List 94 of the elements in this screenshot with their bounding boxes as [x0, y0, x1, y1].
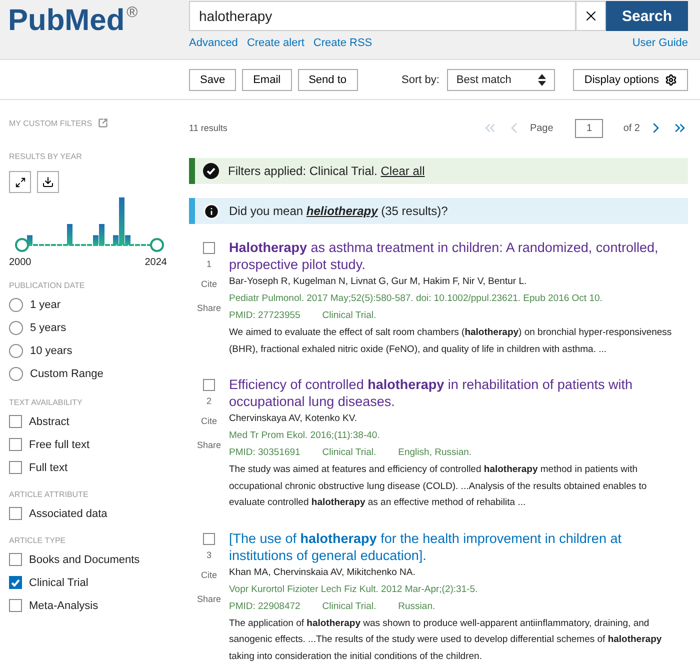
- expand-button[interactable]: [9, 171, 31, 193]
- filter-label: Meta-Analysis: [29, 600, 98, 612]
- header-link[interactable]: Create alert: [246, 37, 304, 49]
- result-action-link[interactable]: Share: [196, 303, 222, 327]
- sort-select[interactable]: Best match: [447, 68, 556, 90]
- radio-button[interactable]: [9, 344, 23, 358]
- result-tag: Clinical Trial.: [322, 307, 376, 324]
- checkbox[interactable]: [9, 576, 22, 589]
- checkbox[interactable]: [9, 415, 22, 428]
- page-field[interactable]: 1: [575, 118, 604, 138]
- result-tag: English, Russian.: [398, 444, 472, 461]
- section-heading: RESULTS BY YEAR: [9, 152, 82, 161]
- result-tag: Clinical Trial.: [322, 444, 376, 461]
- section-heading: TEXT AVAILABILITY: [9, 398, 82, 407]
- check-circle-icon: [203, 163, 219, 179]
- radio-button[interactable]: [9, 366, 23, 380]
- radio-button[interactable]: [9, 298, 23, 312]
- result-checkbox[interactable]: [203, 379, 215, 391]
- download-button[interactable]: [37, 171, 59, 193]
- result-authors: Chervinskaya AV, Kotenko KV.: [229, 412, 357, 426]
- toolbar-button[interactable]: Send to: [298, 68, 358, 90]
- info-icon: [203, 202, 220, 220]
- external-link-icon[interactable]: [98, 118, 108, 128]
- result-tag: Russian.: [398, 598, 436, 614]
- pubmed-logo[interactable]: PubMed: [8, 4, 125, 38]
- result-citation: Med Tr Prom Ekol. 2016;(11):38-40.: [229, 429, 380, 443]
- search-button[interactable]: Search: [606, 1, 688, 31]
- section-heading: MY CUSTOM FILTERS: [9, 118, 92, 128]
- result-checkbox[interactable]: [203, 242, 215, 254]
- filter-label: 10 years: [30, 344, 72, 356]
- radio-button[interactable]: [9, 320, 23, 334]
- result-number: 2: [206, 396, 212, 408]
- section-heading: PUBLICATION DATE: [9, 281, 85, 290]
- filter-label: 1 year: [30, 298, 61, 310]
- result-number: 1: [206, 259, 212, 271]
- section-heading: ARTICLE TYPE: [9, 536, 66, 545]
- filter-label: 5 years: [30, 322, 66, 334]
- result-tag: PMID: 27723955: [229, 307, 300, 324]
- result-tag: PMID: 22908472: [229, 598, 300, 614]
- result-title-link[interactable]: Efficiency of controlled halotherapy in rehabilitation of patients with occupational lung diseases.: [229, 376, 688, 410]
- result-snippet: The application of halotherapy was shown to produce well-apparent antiinflammatory, draining, and sanogenic effects. ...The results of the study were used to develop differential schemes of halotherapy taking into consideration the initial conditions of the children.: [229, 618, 662, 662]
- result-snippet: The study was aimed at features and efficiency of controlled halotherapy method in patients with occupational chronic obstructive lung disease (COLD). ...Analysis of the results obtained enables to evaluate controlled halotherapy as an effective method of rehabilita ...: [229, 464, 647, 508]
- year-label: 2024: [144, 257, 167, 268]
- checkbox[interactable]: [9, 553, 22, 566]
- filter-label: Associated data: [29, 508, 108, 520]
- search-field[interactable]: halotherapy: [189, 1, 576, 31]
- filter-label: Free full text: [29, 438, 90, 450]
- user-guide-link[interactable]: User Guide: [632, 37, 688, 49]
- sort-arrows-icon: [538, 74, 546, 86]
- result-title-link[interactable]: [The use of halotherapy for the health improvement in children at institutions of general education].: [229, 530, 688, 564]
- toolbar-button[interactable]: Email: [242, 68, 292, 90]
- result-action-link[interactable]: Share: [196, 594, 222, 618]
- filter-label: Custom Range: [30, 368, 104, 380]
- checkbox[interactable]: [9, 507, 22, 520]
- checkbox[interactable]: [9, 461, 22, 474]
- filter-label: Full text: [29, 462, 68, 474]
- result-action-link[interactable]: Share: [196, 440, 222, 464]
- suggestion-link[interactable]: heliotherapy: [306, 204, 378, 218]
- result-number: 3: [206, 550, 212, 562]
- results-count: 11 results: [189, 123, 228, 133]
- result-checkbox[interactable]: [203, 532, 215, 544]
- filter-label: Books and Documents: [29, 554, 140, 566]
- clear-all-link[interactable]: Clear all: [380, 164, 425, 178]
- filters-applied-text: Filters applied: Clinical Trial. Clear all: [228, 164, 425, 178]
- result-title-link[interactable]: Halotherapy as asthma treatment in children: A randomized, controlled, prospective pilot study.: [229, 239, 688, 273]
- clear-button[interactable]: [576, 1, 606, 31]
- checkbox[interactable]: [9, 438, 22, 451]
- suggestion-text: Did you mean heliotherapy (35 results)?: [229, 204, 448, 218]
- result-action-link[interactable]: Cite: [200, 570, 217, 594]
- result-authors: Khan MA, Chervinskaia AV, Mikitchenko NA.: [229, 566, 416, 580]
- result-action-link[interactable]: Cite: [200, 279, 217, 303]
- header-link[interactable]: Advanced: [189, 37, 238, 49]
- result-authors: Bar-Yoseph R, Kugelman N, Livnat G, Gur M, Hakim F, Nir V, Bentur L.: [229, 275, 527, 289]
- page-label: Page: [530, 122, 554, 134]
- checkbox[interactable]: [9, 599, 22, 612]
- display-options-button[interactable]: Display options: [573, 68, 688, 90]
- result-snippet: We aimed to evaluate the effect of salt room chambers (halotherapy) on bronchial hyper-responsiveness (BHR), fractional exhaled nitric oxide (FeNO), and quality of life in children with asthma. ...: [229, 327, 672, 354]
- result-citation: Vopr Kurortol Fizioter Lech Fiz Kult. 2012 Mar-Apr;(2):31-5.: [229, 582, 478, 596]
- result-citation: Pediatr Pulmonol. 2017 May;52(5):580-587. doi: 10.1002/ppul.23621. Epub 2016 Oct 10.: [229, 292, 602, 306]
- toolbar-button[interactable]: Save: [189, 68, 236, 90]
- download-icon: [42, 176, 54, 188]
- result-action-link[interactable]: Cite: [200, 416, 217, 440]
- result-tag: PMID: 30351691: [229, 444, 300, 461]
- filter-label: Abstract: [29, 416, 70, 428]
- section-heading: ARTICLE ATTRIBUTE: [9, 490, 88, 499]
- year-label: 2000: [9, 257, 32, 268]
- result-tag: Clinical Trial.: [322, 598, 376, 614]
- registered-mark: ®: [126, 4, 138, 21]
- sort-label: Sort by:: [402, 74, 440, 86]
- settings-icon: [665, 74, 677, 86]
- header-link[interactable]: Create RSS: [313, 37, 372, 49]
- expand-icon: [14, 176, 26, 188]
- page-total: of 2: [623, 122, 640, 134]
- filter-label: Clinical Trial: [29, 576, 88, 588]
